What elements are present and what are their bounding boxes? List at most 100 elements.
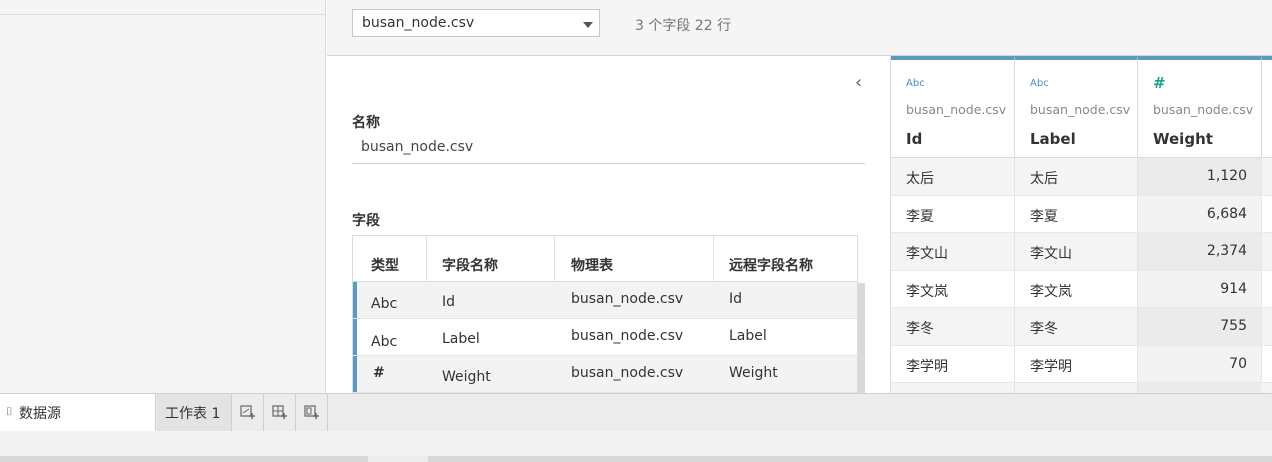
row-marker xyxy=(353,356,357,392)
weight-cell-bg xyxy=(1137,383,1261,393)
grid-column-header-extra xyxy=(1262,56,1272,158)
hash-icon[interactable]: # xyxy=(373,365,385,381)
cell-label: 李夏 xyxy=(1030,208,1058,225)
cell-id: 李文山 xyxy=(906,246,948,262)
new-story-icon xyxy=(304,405,319,419)
table-row[interactable]: 李文岚 李文岚 914 xyxy=(891,270,1272,308)
grid-column-header-weight[interactable]: # busan_node.csv Weight xyxy=(1138,56,1262,158)
cell-weight: 1,120 xyxy=(1206,168,1247,184)
cell-id: 李学明 xyxy=(906,358,948,375)
table-row[interactable]: # Weight busan_node.csv Weight xyxy=(353,356,857,393)
file-select-value: busan_node.csv xyxy=(362,15,475,31)
tab-label: 工作表 1 xyxy=(165,406,221,422)
table-row[interactable]: Abc Id busan_node.csv Id xyxy=(353,282,857,319)
column-divider xyxy=(1137,270,1138,307)
column-divider xyxy=(1014,345,1015,382)
remote-field-name: Id xyxy=(729,291,743,307)
header-field-name[interactable]: 字段名称 xyxy=(442,255,498,275)
table-row[interactable]: 太后 太后 1,120 xyxy=(891,158,1272,196)
data-grid: Abc busan_node.csv Id Abc busan_node.csv… xyxy=(890,56,1272,393)
column-divider xyxy=(1261,195,1262,232)
file-select-dropdown[interactable]: busan_node.csv xyxy=(352,9,600,37)
fields-label: 字段 xyxy=(352,213,380,229)
column-divider xyxy=(1137,158,1138,195)
cell-weight: 2,374 xyxy=(1206,243,1247,259)
column-divider xyxy=(1137,383,1138,393)
cell-id: 太后 xyxy=(906,171,934,187)
column-name: Label xyxy=(1030,130,1076,148)
grid-column-header-id[interactable]: Abc busan_node.csv Id xyxy=(891,56,1015,158)
table-row[interactable]: 李冬 李冬 755 xyxy=(891,308,1272,346)
header-remote-field-name[interactable]: 远程字段名称 xyxy=(729,255,813,275)
abc-icon[interactable]: Abc xyxy=(906,78,925,89)
column-divider xyxy=(1137,345,1138,382)
physical-table: busan_node.csv xyxy=(571,328,684,344)
column-divider xyxy=(1014,158,1015,195)
row-marker xyxy=(353,319,357,355)
caret-down-icon xyxy=(583,22,593,28)
cell-weight: 6,684 xyxy=(1206,205,1247,222)
grid-column-header-label[interactable]: Abc busan_node.csv Label xyxy=(1015,56,1138,158)
name-label: 名称 xyxy=(352,115,380,131)
column-source: busan_node.csv xyxy=(1153,102,1254,117)
abc-icon[interactable]: Abc xyxy=(371,334,397,350)
left-pane xyxy=(0,0,326,393)
top-bar: busan_node.csv 3 个字段 22 行 xyxy=(327,0,1272,56)
sheet-tab-bar: ⌷ 数据源 工作表 1 xyxy=(0,393,1272,431)
column-divider xyxy=(1261,308,1262,345)
column-divider xyxy=(1014,233,1015,270)
status-strip-segment xyxy=(368,456,428,462)
cell-label: 李冬 xyxy=(1030,321,1058,337)
table-row[interactable]: 李学明 李学明 70 xyxy=(891,345,1272,383)
table-row[interactable] xyxy=(891,383,1272,393)
field-name: Weight xyxy=(442,369,491,385)
header-physical-table[interactable]: 物理表 xyxy=(571,255,613,275)
abc-icon[interactable]: Abc xyxy=(371,296,397,312)
column-divider xyxy=(1137,195,1138,232)
column-divider xyxy=(1014,308,1015,345)
column-name: Id xyxy=(906,130,923,148)
cell-label: 李文岚 xyxy=(1030,283,1072,300)
name-input[interactable]: busan_node.csv xyxy=(361,139,473,155)
table-row[interactable]: 李夏 李夏 6,684 xyxy=(891,195,1272,233)
column-divider xyxy=(1014,383,1015,393)
cell-weight: 914 xyxy=(1220,280,1247,297)
column-divider xyxy=(1261,158,1262,195)
column-divider xyxy=(1014,195,1015,232)
remote-field-name: Label xyxy=(729,328,767,344)
database-icon: ⌷ xyxy=(6,405,13,418)
cell-label: 李文山 xyxy=(1030,246,1072,262)
new-worksheet-button[interactable] xyxy=(232,394,264,431)
field-name: Id xyxy=(442,294,456,310)
new-worksheet-icon xyxy=(240,405,255,419)
cell-id: 李夏 xyxy=(906,208,934,225)
tab-datasource[interactable]: ⌷ 数据源 xyxy=(0,394,156,431)
column-divider xyxy=(1014,270,1015,307)
new-dashboard-button[interactable] xyxy=(264,394,296,431)
cell-weight: 70 xyxy=(1229,355,1247,372)
new-story-button[interactable] xyxy=(296,394,328,431)
hash-icon[interactable]: # xyxy=(1153,74,1166,92)
fields-scrollbar[interactable] xyxy=(858,283,865,393)
column-source: busan_node.csv xyxy=(1030,102,1131,117)
column-source: busan_node.csv xyxy=(906,102,1007,117)
table-row[interactable]: Abc Label busan_node.csv Label xyxy=(353,319,857,356)
cell-label: 太后 xyxy=(1030,171,1058,187)
new-dashboard-icon xyxy=(272,405,287,419)
column-name: Weight xyxy=(1153,130,1213,148)
cell-id: 李冬 xyxy=(906,321,934,337)
tab-sheet-1[interactable]: 工作表 1 xyxy=(157,394,232,431)
name-underline xyxy=(352,163,865,164)
fields-table-header: 类型 字段名称 物理表 远程字段名称 xyxy=(353,236,857,282)
table-row[interactable]: 李文山 李文山 2,374 xyxy=(891,233,1272,271)
field-row-summary: 3 个字段 22 行 xyxy=(635,18,732,34)
status-strip xyxy=(0,456,1272,462)
chevron-left-icon[interactable]: ‹ xyxy=(855,72,862,93)
column-divider xyxy=(1261,233,1262,270)
cell-label: 李学明 xyxy=(1030,358,1072,375)
row-marker xyxy=(353,282,357,318)
abc-icon[interactable]: Abc xyxy=(1030,78,1049,89)
divider xyxy=(0,14,325,15)
header-type[interactable]: 类型 xyxy=(371,255,399,275)
field-name: Label xyxy=(442,331,480,347)
